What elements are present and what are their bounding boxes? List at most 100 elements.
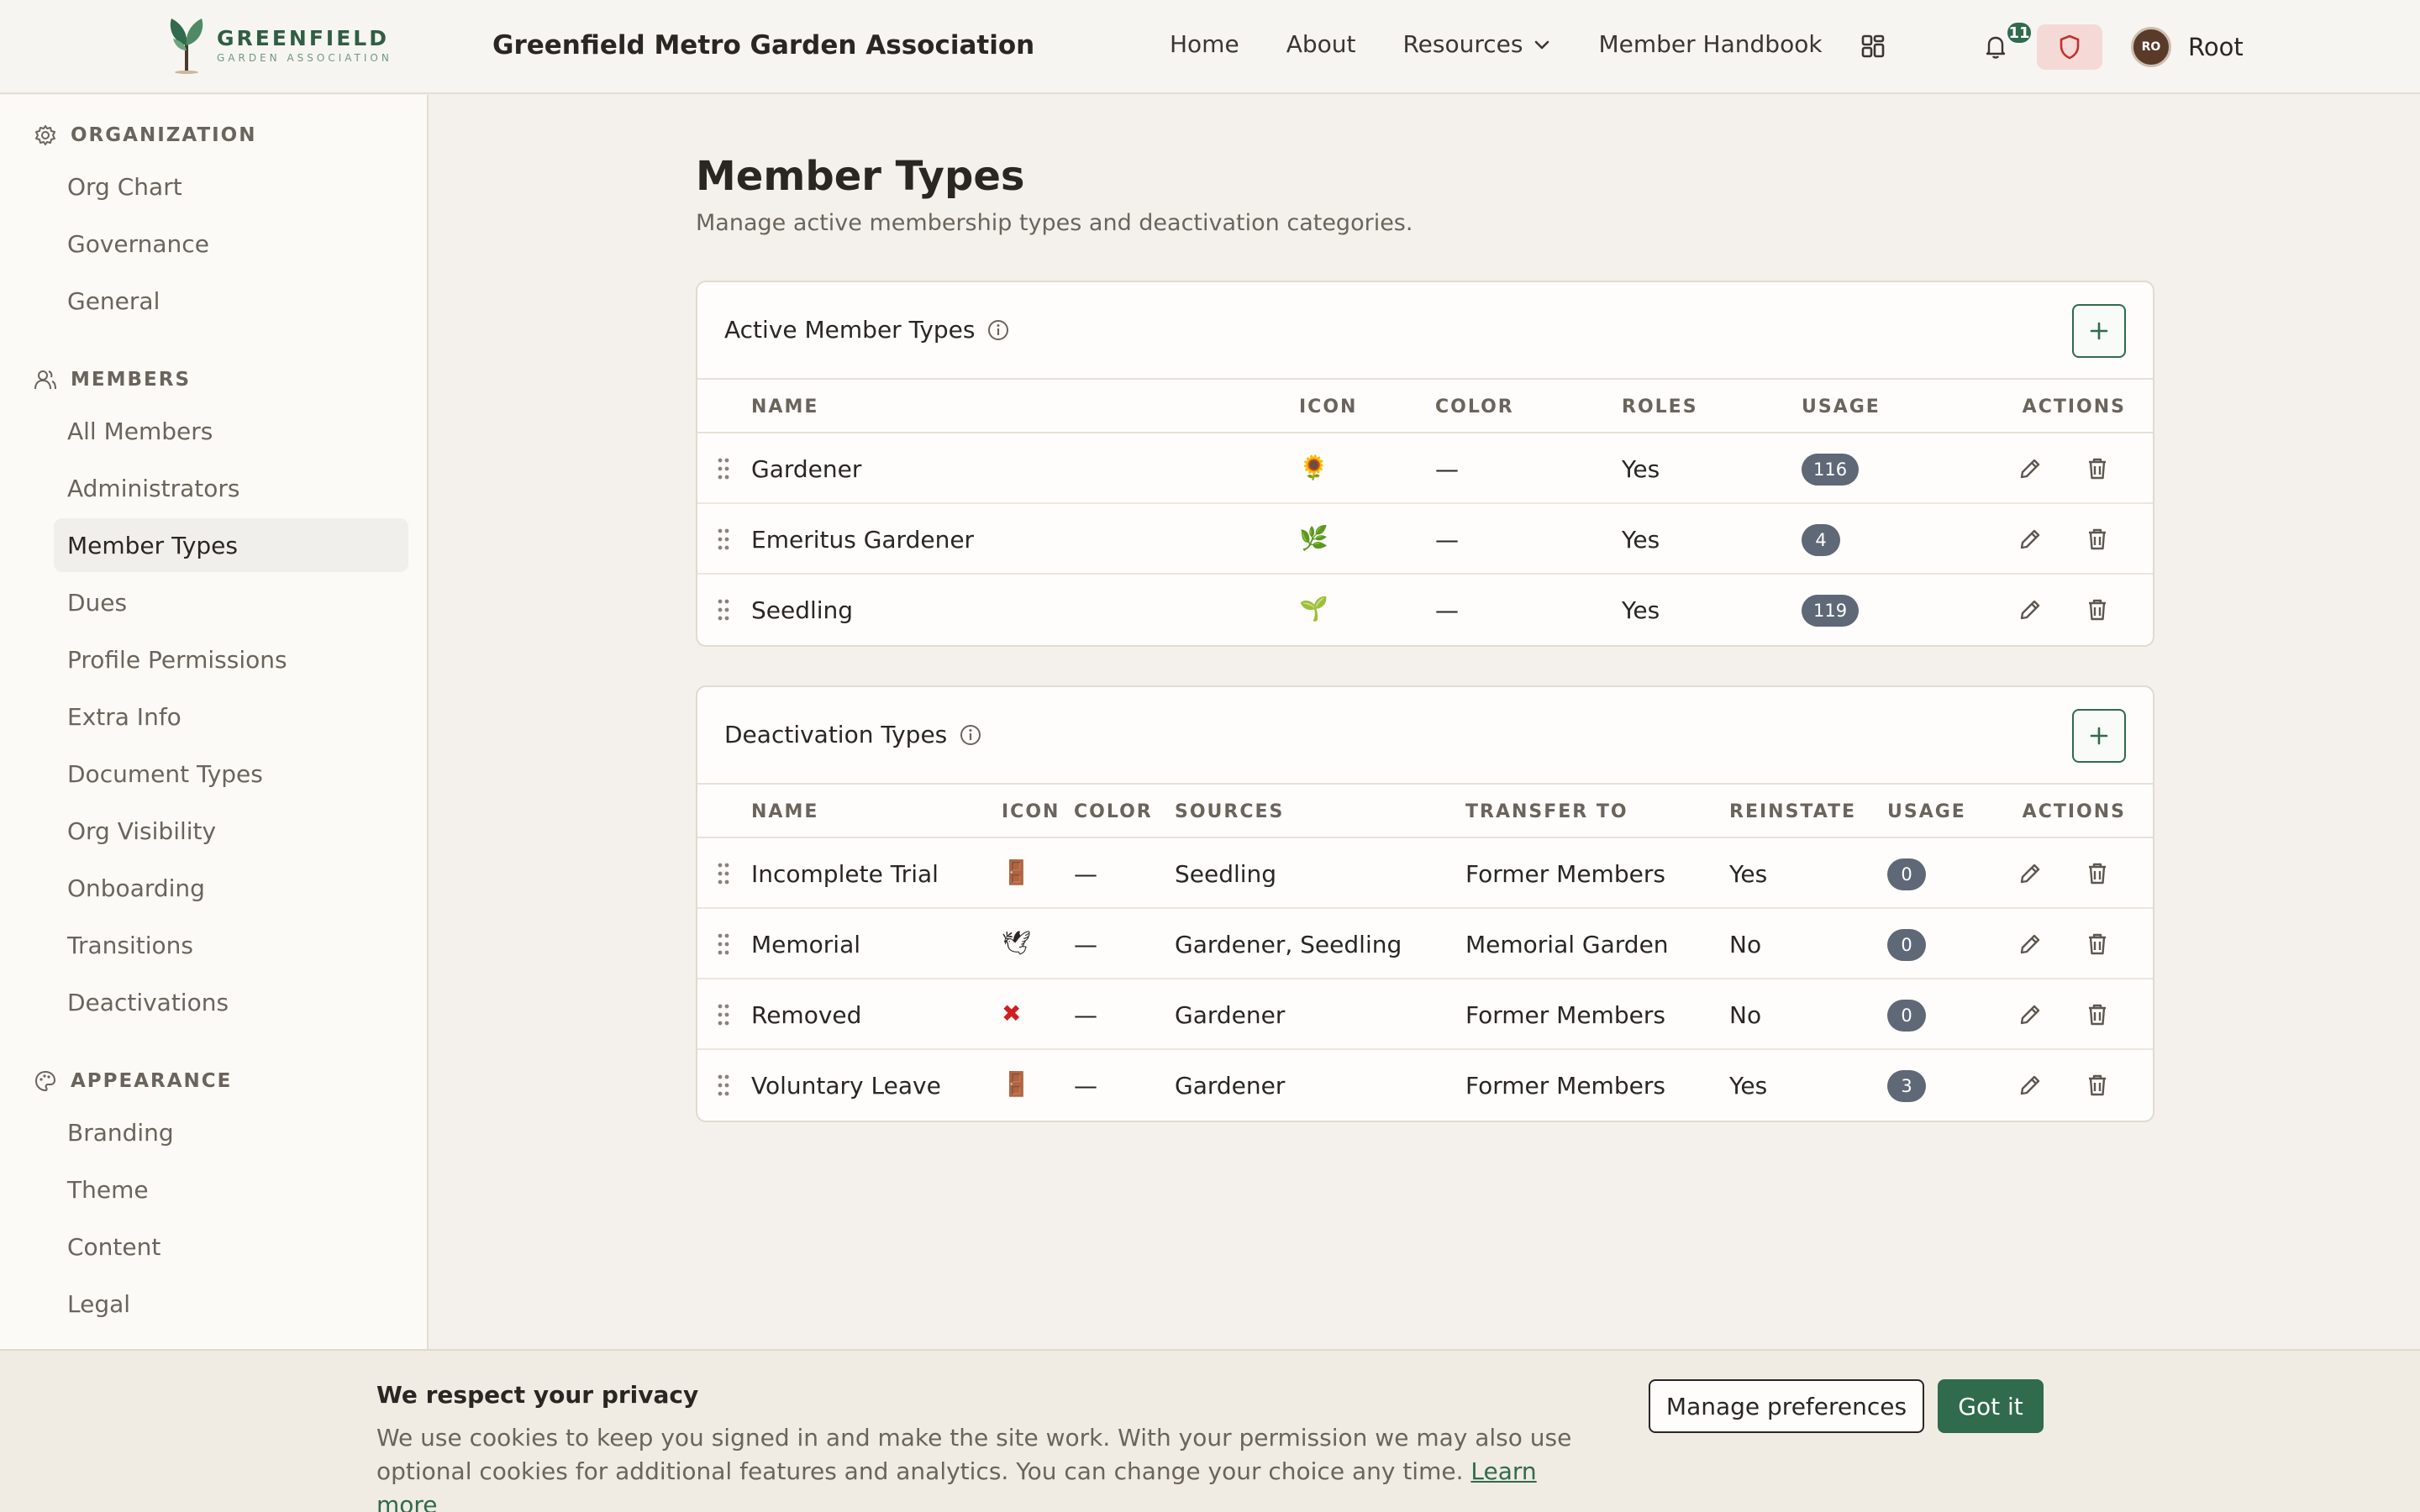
- active-member-types-rows: Gardener 🌻 — Yes 116 Emeritus Gardener 🌿 — Yes 4 S…: [697, 433, 2153, 645]
- drag-handle-icon[interactable]: [716, 1074, 731, 1097]
- trash-icon[interactable]: [2082, 524, 2112, 554]
- drag-handle-icon[interactable]: [716, 1003, 731, 1026]
- drag-handle-icon[interactable]: [716, 457, 731, 480]
- table-row: Voluntary Leave 🚪 — Gardener Former Members Y…: [697, 1050, 2153, 1121]
- type-roles: Yes: [1622, 596, 1660, 624]
- usage-badge: 119: [1802, 595, 1860, 627]
- sidebar-item-profile-permissions[interactable]: Profile Permissions: [54, 633, 408, 686]
- table-row: Memorial 🕊 — Gardener, Seedling Memorial Gar…: [697, 909, 2153, 979]
- sidebar-item-all-members[interactable]: All Members: [54, 404, 408, 458]
- card-title: Deactivation Types: [724, 721, 948, 748]
- nav-resources[interactable]: Resources: [1402, 30, 1551, 58]
- top-nav: Home About Resources Member Handbook: [1170, 30, 1870, 58]
- manage-preferences-button[interactable]: Manage preferences: [1649, 1379, 1924, 1433]
- type-emoji-icon: 🌻: [1299, 454, 1328, 481]
- nav-home[interactable]: Home: [1170, 30, 1239, 58]
- edit-icon[interactable]: [2015, 929, 2045, 959]
- accept-cookies-button[interactable]: Got it: [1938, 1379, 2044, 1433]
- table-row: Gardener 🌻 — Yes 116: [697, 433, 2153, 504]
- edit-icon[interactable]: [2015, 524, 2045, 554]
- type-reinstate: Yes: [1729, 1072, 1768, 1100]
- sidebar-item-dues[interactable]: Dues: [54, 575, 408, 629]
- column-header-roles: ROLES: [1622, 396, 1698, 417]
- column-header-actions: ACTIONS: [2022, 396, 2126, 417]
- edit-icon[interactable]: [2015, 858, 2045, 889]
- drag-handle-icon[interactable]: [716, 862, 731, 885]
- sidebar-item-general[interactable]: General: [54, 274, 408, 328]
- app-title: Greenfield Metro Garden Association: [492, 30, 1035, 60]
- type-emoji-icon: 🚪: [1002, 1070, 1031, 1098]
- table-row: Seedling 🌱 — Yes 119: [697, 575, 2153, 645]
- type-sources: Gardener: [1175, 1001, 1286, 1029]
- edit-icon[interactable]: [2015, 595, 2045, 625]
- type-sources: Gardener: [1175, 1072, 1286, 1100]
- type-color: —: [1074, 931, 1097, 958]
- sidebar-item-org-chart[interactable]: Org Chart: [54, 160, 408, 213]
- sidebar-item-theme[interactable]: Theme: [54, 1163, 408, 1216]
- sidebar-item-administrators[interactable]: Administrators: [54, 461, 408, 515]
- chevron-down-icon: [1535, 40, 1549, 49]
- sidebar-item-deactivations[interactable]: Deactivations: [54, 975, 408, 1029]
- usage-badge: 4: [1802, 524, 1840, 556]
- shield-icon: [2060, 34, 2080, 60]
- trash-icon[interactable]: [2082, 858, 2112, 889]
- logo-name: GREENFIELD: [217, 26, 389, 50]
- type-reinstate: No: [1729, 1001, 1762, 1029]
- avatar: RO: [2131, 27, 2171, 67]
- sidebar-item-branding[interactable]: Branding: [54, 1105, 408, 1159]
- users-icon: [34, 370, 56, 390]
- type-emoji-icon: 🌿: [1299, 524, 1328, 552]
- trash-icon[interactable]: [2082, 454, 2112, 484]
- add-deactivation-type-button[interactable]: [2072, 709, 2126, 763]
- trash-icon[interactable]: [2082, 1070, 2112, 1100]
- sidebar-item-transitions[interactable]: Transitions: [54, 918, 408, 972]
- deactivation-types-card: Deactivation Types NAME ICON COLOR SOURC…: [696, 685, 2154, 1122]
- sidebar-item-member-types[interactable]: Member Types: [54, 518, 408, 572]
- sprout-logo-icon: [170, 18, 203, 74]
- edit-icon[interactable]: [2015, 1000, 2045, 1030]
- user-name: Root: [2188, 33, 2244, 61]
- gear-icon: [35, 125, 55, 145]
- type-name: Memorial: [751, 931, 861, 958]
- type-color: —: [1074, 1072, 1097, 1100]
- type-emoji-icon: 🕊: [1002, 929, 1032, 957]
- admin-shield-button[interactable]: [2037, 24, 2102, 70]
- trash-icon[interactable]: [2082, 1000, 2112, 1030]
- sidebar-item-onboarding[interactable]: Onboarding: [54, 861, 408, 915]
- add-member-type-button[interactable]: [2072, 304, 2126, 358]
- type-name: Removed: [751, 1001, 862, 1029]
- type-sources: Gardener, Seedling: [1175, 931, 1402, 958]
- type-name: Emeritus Gardener: [751, 526, 975, 554]
- sidebar-item-legal[interactable]: Legal: [54, 1277, 408, 1331]
- usage-badge: 0: [1887, 1000, 1926, 1032]
- drag-handle-icon[interactable]: [716, 528, 731, 551]
- trash-icon[interactable]: [2082, 595, 2112, 625]
- info-icon[interactable]: [959, 723, 982, 747]
- sidebar-section-organization: ORGANIZATION: [34, 123, 257, 147]
- apps-grid-icon[interactable]: [1860, 34, 1886, 59]
- table-row: Emeritus Gardener 🌿 — Yes 4: [697, 504, 2153, 575]
- type-name: Voluntary Leave: [751, 1072, 941, 1100]
- usage-badge: 116: [1802, 454, 1860, 486]
- info-icon[interactable]: [986, 318, 1010, 342]
- logo[interactable]: GREENFIELD GARDEN ASSOCIATION: [165, 17, 392, 74]
- nav-member-handbook[interactable]: Member Handbook: [1598, 30, 1822, 58]
- sidebar-section-members: MEMBERS: [34, 368, 191, 391]
- sidebar-item-content[interactable]: Content: [54, 1220, 408, 1273]
- drag-handle-icon[interactable]: [716, 598, 731, 622]
- sidebar-item-extra-info[interactable]: Extra Info: [54, 690, 408, 743]
- drag-handle-icon[interactable]: [716, 932, 731, 956]
- trash-icon[interactable]: [2082, 929, 2112, 959]
- notification-count-badge: 11: [2005, 20, 2033, 45]
- deactivation-types-rows: Incomplete Trial 🚪 — Seedling Former Members…: [697, 838, 2153, 1121]
- type-name: Seedling: [751, 596, 854, 624]
- edit-icon[interactable]: [2015, 1070, 2045, 1100]
- sidebar-item-governance[interactable]: Governance: [54, 217, 408, 270]
- user-menu[interactable]: RO Root: [2131, 27, 2244, 67]
- sidebar-item-org-visibility[interactable]: Org Visibility: [54, 804, 408, 858]
- edit-icon[interactable]: [2015, 454, 2045, 484]
- card-header: Deactivation Types: [697, 687, 2153, 785]
- type-reinstate: Yes: [1729, 860, 1768, 888]
- nav-about[interactable]: About: [1286, 30, 1356, 58]
- sidebar-item-document-types[interactable]: Document Types: [54, 747, 408, 801]
